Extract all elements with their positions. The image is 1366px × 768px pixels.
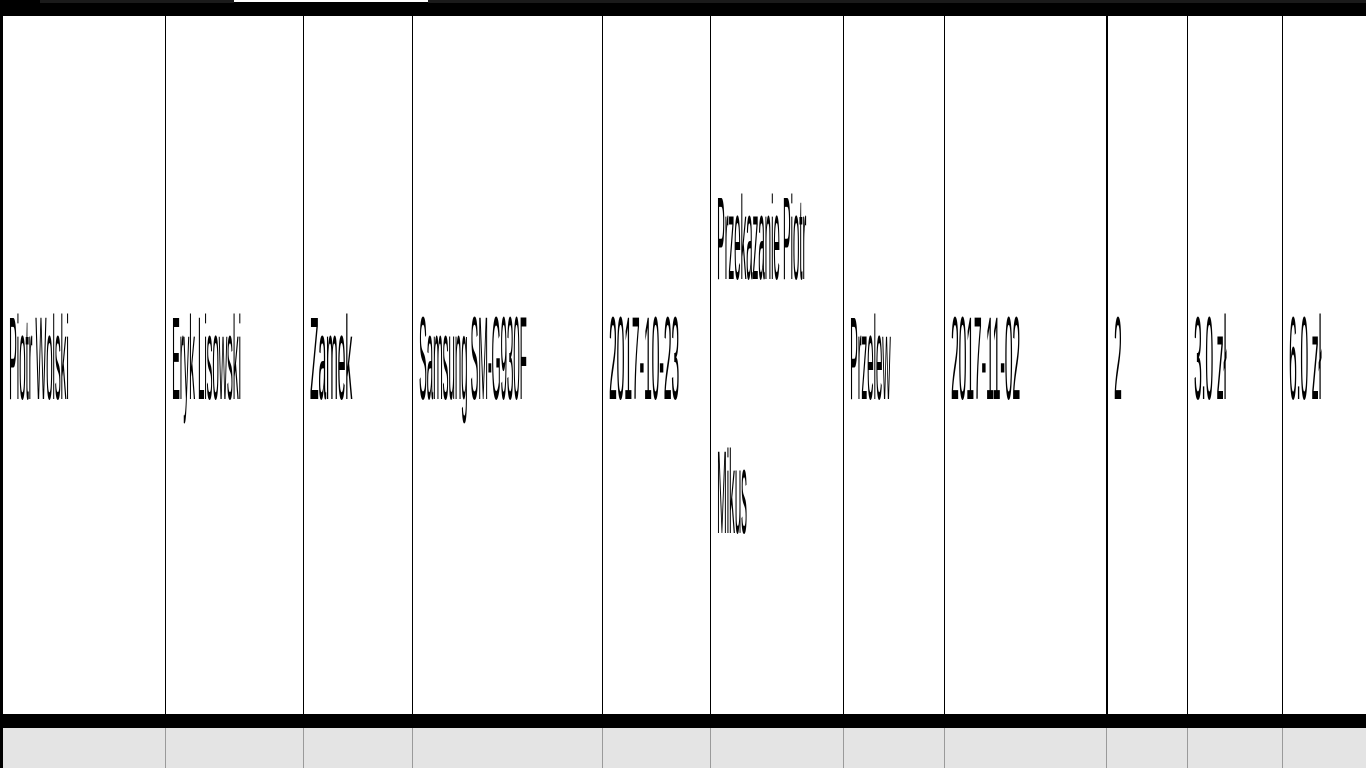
cell-text: Piotr Wolski [9, 293, 69, 425]
table-cell-payment[interactable]: Przelew [844, 16, 945, 714]
table-cell-note[interactable]: Przekazanie Piotr Mikus [711, 16, 844, 714]
footer-cell[interactable] [1283, 728, 1366, 768]
footer-cell[interactable] [603, 728, 711, 768]
cell-text: Eryk Lisowski [172, 293, 241, 425]
footer-cell[interactable] [166, 728, 304, 768]
cell-text: Przekazanie Piotr [717, 173, 807, 305]
table-cell-quantity[interactable]: 2 [1107, 16, 1188, 714]
window-top-strip [0, 0, 1366, 16]
cell-text: 2017-10-23 [609, 293, 680, 425]
footer-cell[interactable] [945, 728, 1107, 768]
table-cell-item[interactable]: Zamek [304, 16, 413, 714]
footer-cell[interactable] [844, 728, 945, 768]
table-cell-price[interactable]: 3.0 zł [1188, 16, 1283, 714]
footer-cell[interactable] [711, 728, 844, 768]
table-cell-device[interactable]: Samsung SM-G930F [413, 16, 603, 714]
table-cell-total[interactable]: 6.0 zł [1283, 16, 1366, 714]
table-cell-client[interactable]: Piotr Wolski [3, 16, 166, 714]
top-strip-segment [234, 0, 428, 2]
table-row[interactable]: Piotr Wolski Eryk Lisowski Zamek Samsung… [3, 16, 1366, 714]
footer-cell[interactable] [1188, 728, 1283, 768]
cell-text: Samsung SM-G930F [419, 293, 527, 425]
cell-text: 2017-11-02 [951, 293, 1020, 425]
footer-cell[interactable] [304, 728, 413, 768]
top-strip-segment [40, 0, 234, 3]
cell-text: Przelew [850, 293, 891, 425]
cell-text: 2 [1114, 293, 1122, 425]
table-bottom-border [3, 714, 1366, 728]
footer-cell[interactable] [1107, 728, 1188, 768]
cell-text-line2: Mikus [717, 427, 747, 559]
cell-text: 3.0 zł [1194, 293, 1227, 425]
top-strip-segment [428, 0, 1366, 3]
cell-text: Zamek [310, 293, 353, 425]
footer-cell[interactable] [413, 728, 603, 768]
footer-cell[interactable] [3, 728, 166, 768]
table-footer-row[interactable] [3, 728, 1366, 768]
top-strip-segment [0, 0, 40, 4]
table-cell-date-2[interactable]: 2017-11-02 [945, 16, 1107, 714]
table-cell-employee[interactable]: Eryk Lisowski [166, 16, 304, 714]
table-cell-date[interactable]: 2017-10-23 [603, 16, 711, 714]
cell-text: 6.0 zł [1289, 293, 1322, 425]
